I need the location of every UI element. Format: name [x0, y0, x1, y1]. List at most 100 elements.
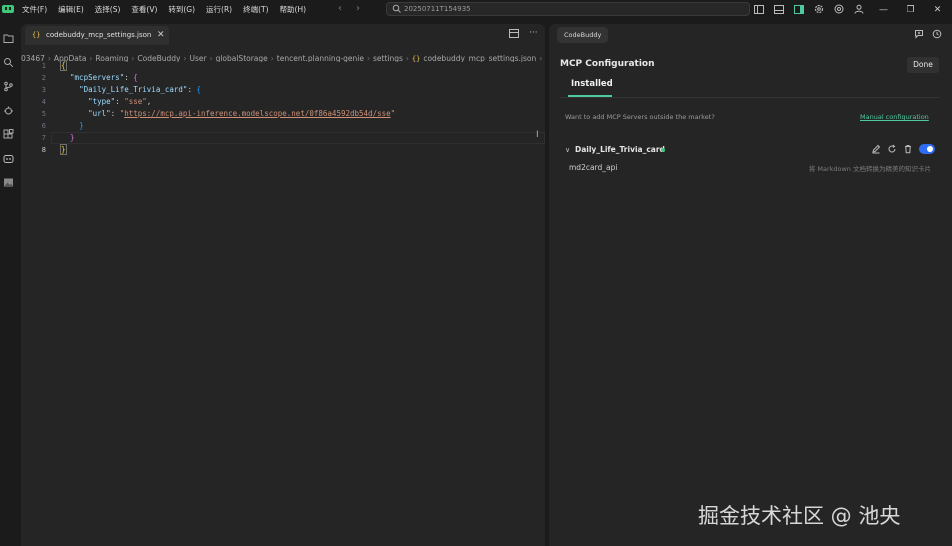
back-arrow-icon[interactable]: ‹ — [338, 2, 342, 16]
code-line: 8 } — [21, 144, 545, 156]
server-enabled-toggle[interactable] — [919, 144, 935, 154]
json-string: "sse" — [124, 97, 147, 106]
codebuddy-panel: CodeBuddy MCP Configuration Done Install… — [549, 24, 952, 546]
editor-tab-label: codebuddy_mcp_settings.json — [46, 31, 152, 39]
editor-actions: ··· — [509, 29, 538, 38]
menu-run[interactable]: 运行(R) — [206, 0, 232, 19]
menu-view[interactable]: 查看(V) — [131, 0, 157, 19]
close-tab-icon[interactable]: ✕ — [157, 26, 165, 45]
menu-edit[interactable]: 编辑(E) — [58, 0, 84, 19]
tabs-divider — [560, 97, 940, 98]
server-status-dot — [661, 148, 665, 152]
editor-tab-bar: {} codebuddy_mcp_settings.json ✕ ··· — [21, 24, 545, 45]
code-area[interactable]: 1 { 2 "mcpServers": { 3 "Daily_Life_Triv… — [21, 60, 545, 156]
chevron-down-icon[interactable]: ∨ — [565, 144, 570, 156]
add-servers-hint: Want to add MCP Servers outside the mark… — [565, 113, 715, 121]
activity-bar — [0, 19, 17, 546]
panel-actions — [914, 29, 942, 39]
code-text: "type": "sse", — [61, 96, 151, 108]
layout-controls — [752, 2, 866, 16]
url-link[interactable]: https://mcp.api-inference.modelscope.net… — [124, 109, 390, 118]
json-file-icon: {} — [32, 31, 41, 39]
code-text: "url": "https://mcp.api-inference.models… — [61, 108, 395, 120]
forward-arrow-icon[interactable]: › — [356, 2, 360, 16]
mcp-config-title: MCP Configuration — [560, 59, 655, 69]
toggle-secondary-sidebar-icon[interactable] — [792, 2, 806, 16]
refresh-icon[interactable] — [887, 144, 897, 154]
history-nav: ‹ › — [338, 2, 360, 16]
source-control-icon[interactable] — [3, 81, 14, 92]
minimize-icon[interactable]: — — [870, 0, 897, 19]
colon-token: : — [124, 73, 134, 82]
command-center-search[interactable]: 20250711T154935 — [386, 2, 750, 16]
code-line: 3 "Daily_Life_Trivia_card": { — [21, 84, 545, 96]
run-debug-icon[interactable] — [3, 105, 14, 116]
line-number: 6 — [41, 122, 46, 130]
json-key: "mcpServers" — [70, 73, 125, 82]
search-text: 20250711T154935 — [404, 5, 471, 13]
toggle-primary-sidebar-icon[interactable] — [752, 2, 766, 16]
codebuddy-logo-icon — [2, 5, 14, 13]
delete-trash-icon[interactable] — [903, 144, 913, 154]
split-editor-icon[interactable] — [509, 29, 519, 38]
restore-icon[interactable]: ❐ — [897, 0, 924, 19]
json-key: "Daily_Life_Trivia_card" — [79, 85, 188, 94]
menu-bar: 文件(F) 编辑(E) 选择(S) 查看(V) 转到(G) 运行(R) 终端(T… — [22, 0, 317, 19]
quote-token: " — [390, 109, 396, 118]
menu-file[interactable]: 文件(F) — [22, 0, 47, 19]
codebuddy-agent-icon[interactable] — [3, 153, 14, 164]
more-actions-icon[interactable]: ··· — [529, 29, 538, 38]
close-window-icon[interactable]: ✕ — [924, 0, 951, 19]
mcp-server-row[interactable]: ∨ Daily_Life_Trivia_card — [565, 144, 937, 156]
json-key: "type" — [88, 97, 116, 106]
extensions-icon[interactable] — [3, 129, 14, 140]
menu-help[interactable]: 帮助(H) — [280, 0, 307, 19]
history-icon[interactable] — [932, 29, 942, 39]
tab-installed[interactable]: Installed — [571, 79, 613, 89]
edit-pencil-icon[interactable] — [871, 144, 881, 154]
code-line: 4 "type": "sse", — [21, 96, 545, 108]
toggle-panel-icon[interactable] — [772, 2, 786, 16]
menu-selection[interactable]: 选择(S) — [95, 0, 121, 19]
account-icon[interactable] — [852, 2, 866, 16]
editor-tab-mcp-settings[interactable]: {} codebuddy_mcp_settings.json ✕ — [25, 26, 169, 45]
json-key: "url" — [88, 109, 111, 118]
code-text: } — [61, 132, 75, 144]
menu-terminal[interactable]: 终端(T) — [243, 0, 268, 19]
tool-description: 将 Markdown 文档转换为精美的知识卡片 — [808, 165, 931, 173]
window-controls: — ❐ ✕ — [870, 0, 951, 19]
code-line: 6 } — [21, 120, 545, 132]
new-chat-icon[interactable] — [914, 29, 924, 39]
menu-go[interactable]: 转到(G) — [168, 0, 195, 19]
line-number: 8 — [41, 146, 46, 154]
line-number: 5 — [41, 110, 46, 118]
code-line: 1 { — [21, 60, 545, 72]
colon-token: : — [115, 97, 125, 106]
brace-token: } — [60, 144, 67, 155]
brace-token: { — [196, 85, 201, 94]
search-icon — [392, 4, 401, 13]
code-text: "Daily_Life_Trivia_card": { — [61, 84, 201, 96]
code-text: } — [61, 120, 84, 132]
brace-token: { — [60, 60, 67, 71]
line-number: 4 — [41, 98, 46, 106]
search-sidebar-icon[interactable] — [3, 57, 14, 68]
tool-name: md2card_api — [569, 163, 618, 172]
brace-token: } — [70, 133, 75, 142]
explorer-icon[interactable] — [3, 33, 14, 44]
image-viewer-icon[interactable] — [3, 177, 14, 188]
line-number: 7 — [41, 134, 46, 142]
code-text: } — [60, 144, 67, 156]
done-button[interactable]: Done — [907, 57, 939, 73]
codebuddy-tab[interactable]: CodeBuddy — [557, 27, 609, 43]
manual-configuration-link[interactable]: Manual configuration — [860, 113, 929, 121]
editor-group: {} codebuddy_mcp_settings.json ✕ ··· 034… — [21, 24, 545, 546]
line-number: 3 — [41, 86, 46, 94]
colon-token: : — [110, 109, 120, 118]
title-bar: 文件(F) 编辑(E) 选择(S) 查看(V) 转到(G) 运行(R) 终端(T… — [0, 0, 952, 19]
settings-gear-icon[interactable] — [812, 2, 826, 16]
code-text: "mcpServers": { — [61, 72, 138, 84]
text-cursor-icon: I — [536, 130, 539, 140]
extensions-browser-icon[interactable] — [832, 2, 846, 16]
code-text: { — [60, 60, 67, 72]
